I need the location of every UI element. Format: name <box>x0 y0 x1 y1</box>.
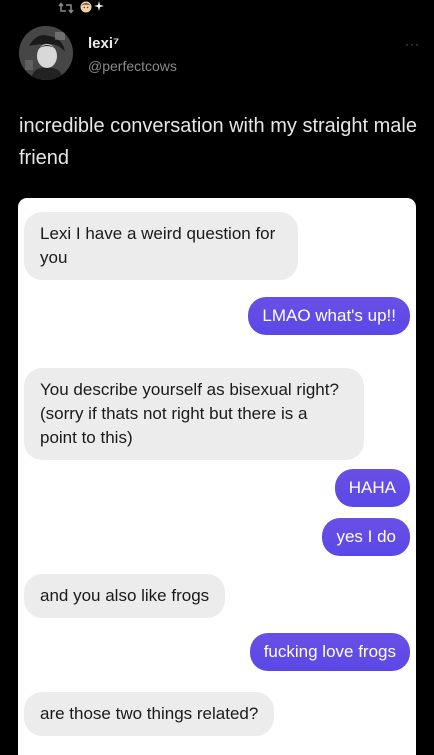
face-emoji-icon <box>80 1 92 16</box>
status-icons-row <box>58 0 104 16</box>
message-bubble-received: and you also like frogs <box>24 574 226 618</box>
message-bubble-received: Lexi I have a weird question for you <box>24 212 298 280</box>
sparkles-emoji-icon <box>94 0 104 16</box>
message-bubble-sent: LMAO what's up!! <box>248 297 410 335</box>
retweet-icon[interactable] <box>58 2 74 14</box>
message-bubble-sent: yes I do <box>322 518 410 556</box>
message-bubble-sent: HAHA <box>334 469 410 507</box>
display-name[interactable]: lexi⁷ <box>88 35 119 53</box>
more-options-icon[interactable]: ··· <box>405 38 420 50</box>
user-handle[interactable]: @perfectcows <box>88 57 177 75</box>
emoji-icons <box>80 0 104 16</box>
tweet-text: incredible conversation with my straight… <box>19 115 417 169</box>
message-bubble-received: You describe yourself as bisexual right?… <box>24 368 364 460</box>
chat-screenshot: Lexi I have a weird question for you LMA… <box>18 198 416 755</box>
tweet-screenshot: lexi⁷ @perfectcows ··· incredible conver… <box>0 0 434 755</box>
message-bubble-received: are those two things related? <box>24 692 275 736</box>
message-bubble-sent: fucking love frogs <box>249 633 410 671</box>
avatar[interactable] <box>19 26 73 80</box>
